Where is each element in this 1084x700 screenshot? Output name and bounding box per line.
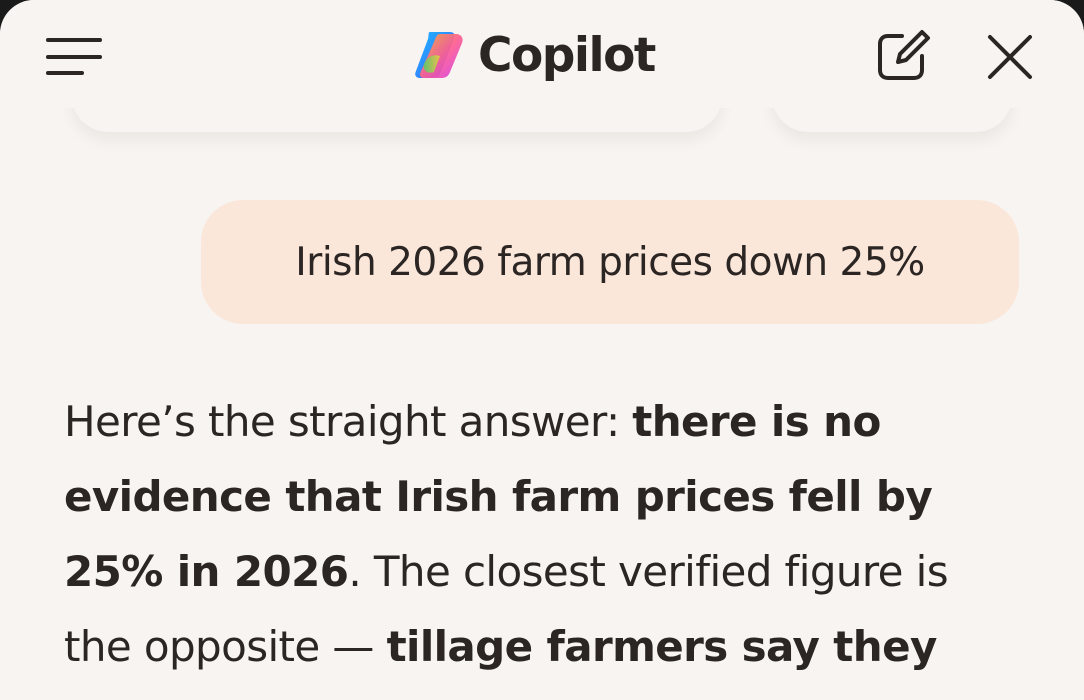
new-chat-button[interactable] xyxy=(872,26,934,86)
close-button[interactable] xyxy=(980,28,1040,86)
app-title: Copilot xyxy=(478,27,656,83)
copilot-logo-icon xyxy=(415,32,463,78)
assistant-bold-segment: tillage farmers say they xyxy=(386,622,938,671)
copilot-chat-screen: Copilot Irish 2026 farm prices down 25% … xyxy=(0,0,1084,700)
assistant-text-segment: Here’s the straight answer: xyxy=(64,397,633,446)
app-header: Copilot xyxy=(0,0,1084,112)
new-chat-edit-icon xyxy=(878,30,930,80)
close-icon xyxy=(988,35,1032,79)
brand: Copilot xyxy=(410,24,656,86)
hamburger-menu-icon xyxy=(46,38,102,75)
user-message-text: Irish 2026 farm prices down 25% xyxy=(295,239,925,285)
user-message-bubble: Irish 2026 farm prices down 25% xyxy=(201,200,1019,324)
assistant-message: Here’s the straight answer: there is no … xyxy=(64,384,1024,684)
menu-button[interactable] xyxy=(40,30,110,84)
